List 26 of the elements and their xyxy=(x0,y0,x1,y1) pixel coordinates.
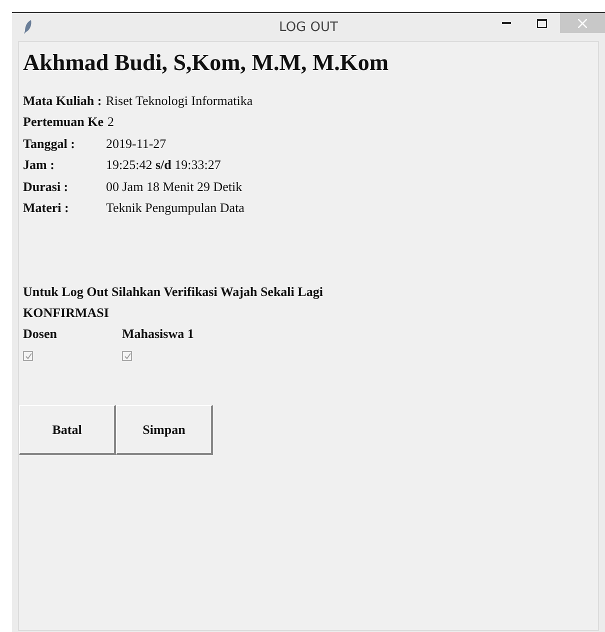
confirmation-label: Mahasiswa 1 xyxy=(122,326,194,342)
field-value: Riset Teknologi Informatika xyxy=(106,92,253,109)
minimize-icon xyxy=(502,22,510,24)
field-label: Mata Kuliah : xyxy=(23,92,102,109)
field-label: Tanggal : xyxy=(23,136,76,152)
field-label: Durasi : xyxy=(23,178,70,195)
dialog-button[interactable]: Simpan xyxy=(116,405,213,455)
field-value: 00 Jam 18 Menit 29 Detik xyxy=(106,178,242,195)
field-value: 2 xyxy=(108,114,114,130)
person-name: Akhmad Budi, S,Kom, M.M, M.Kom xyxy=(23,49,390,77)
field-value: 19:25:42 s/d 19:33:27 xyxy=(106,157,221,174)
dialog-button[interactable]: Batal xyxy=(19,405,116,455)
field-value: 2019-11-27 xyxy=(106,136,166,152)
confirmation-title: KONFIRMASI xyxy=(23,304,110,322)
maximize-icon xyxy=(537,18,547,28)
window-title: LOG OUT xyxy=(278,20,339,34)
feather-icon xyxy=(24,20,32,34)
field-label: Pertemuan Ke xyxy=(23,114,104,130)
field-value: Teknik Pengumpulan Data xyxy=(106,200,244,216)
field-label: Materi : xyxy=(23,200,70,216)
confirmation-label: Dosen xyxy=(23,326,57,342)
checkbox[interactable] xyxy=(23,351,33,361)
checkbox[interactable] xyxy=(122,351,132,361)
field-label: Jam : xyxy=(23,157,56,174)
instruction-text: Untuk Log Out Silahkan Verifikasi Wajah Sekali Lagi xyxy=(23,283,324,301)
close-icon xyxy=(578,18,587,28)
